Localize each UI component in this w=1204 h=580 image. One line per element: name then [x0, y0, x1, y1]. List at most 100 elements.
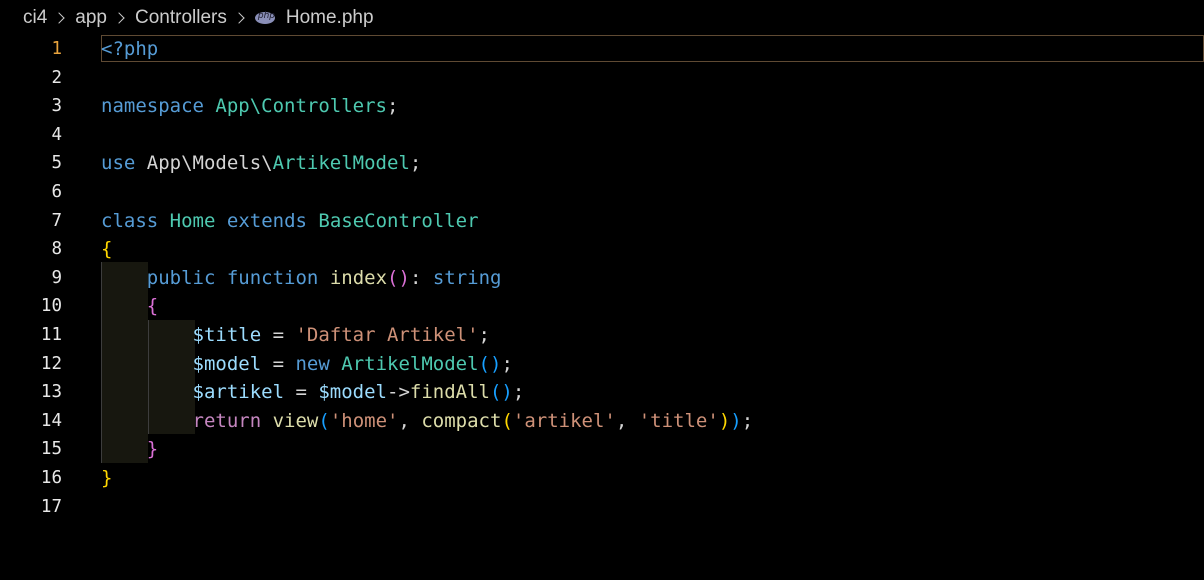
code-line-8[interactable]: 8 { — [0, 235, 1204, 263]
function-name: compact — [421, 409, 502, 432]
code-line-16[interactable]: 16 } — [0, 464, 1204, 492]
function-name: index — [329, 266, 388, 289]
chevron-right-icon — [233, 12, 245, 24]
bracket: ( — [318, 409, 330, 432]
php-open-tag: <?php — [101, 38, 159, 60]
code-line-5[interactable]: 5 use App\Models\ArtikelModel; — [0, 149, 1204, 177]
code-line-4[interactable]: 4 — [0, 121, 1204, 149]
bracket: ( — [387, 266, 399, 289]
line-number: 12 — [40, 353, 62, 374]
class-name: ArtikelModel — [272, 152, 410, 175]
variable: $artikel — [192, 381, 285, 404]
keyword-class: class — [101, 209, 159, 232]
punctuation: ; — [512, 381, 525, 404]
code-editor[interactable]: 1 <?php 2 3 namespace App\Controllers; 4… — [0, 35, 1204, 580]
punctuation: ; — [501, 352, 513, 375]
punctuation: , — [398, 409, 422, 432]
bracket: ) — [730, 409, 742, 432]
punctuation: ; — [741, 409, 754, 432]
operator: -> — [387, 381, 410, 404]
method-name: findAll — [409, 381, 490, 404]
line-number: 2 — [51, 67, 62, 88]
variable: $model — [318, 381, 387, 404]
line-number: 1 — [51, 39, 62, 59]
punctuation: : — [409, 266, 433, 289]
line-number: 10 — [40, 296, 62, 317]
string-literal: 'Daftar Artikel' — [295, 324, 479, 346]
line-number: 9 — [51, 267, 62, 288]
keyword-use: use — [101, 152, 136, 175]
parent-class-name: BaseController — [318, 209, 479, 232]
line-number: 15 — [40, 439, 62, 460]
line-number: 7 — [51, 210, 62, 231]
punctuation: ; — [387, 95, 399, 118]
php-file-icon — [254, 11, 275, 24]
breadcrumb-item-controllers[interactable]: Controllers — [135, 7, 227, 29]
bracket: } — [146, 438, 159, 461]
breadcrumb-item-ci4[interactable]: ci4 — [23, 7, 47, 29]
code-line-10[interactable]: 10 { — [0, 292, 1204, 320]
chevron-right-icon — [53, 12, 65, 24]
line-number: 4 — [51, 124, 62, 145]
function-name: view — [272, 409, 319, 432]
bracket: ) — [398, 266, 410, 289]
bracket: ) — [490, 352, 502, 375]
operator: = — [261, 324, 296, 346]
code-line-17[interactable]: 17 — [0, 493, 1204, 521]
string-literal: 'artikel' — [512, 409, 616, 432]
keyword-namespace: namespace — [101, 95, 204, 118]
punctuation: ; — [409, 152, 422, 175]
string-literal: 'title' — [638, 409, 719, 432]
code-line-9[interactable]: 9 public function index(): string — [0, 264, 1204, 292]
keyword-public: public — [146, 266, 216, 289]
code-line-2[interactable]: 2 — [0, 64, 1204, 92]
punctuation: ; — [478, 324, 490, 346]
code-line-12[interactable]: 12 $model = new ArtikelModel(); — [0, 350, 1204, 378]
code-line-13[interactable]: 13 $artikel = $model->findAll(); — [0, 378, 1204, 406]
breadcrumb: ci4 app Controllers Home.php — [0, 0, 1204, 36]
code-line-6[interactable]: 6 — [0, 178, 1204, 206]
code-line-7[interactable]: 7 class Home extends BaseController — [0, 207, 1204, 235]
line-number: 5 — [51, 153, 62, 174]
breadcrumb-item-file[interactable]: Home.php — [286, 7, 374, 29]
code-line-1[interactable]: 1 <?php — [0, 35, 1204, 63]
line-number: 3 — [51, 96, 62, 117]
code-line-15[interactable]: 15 } — [0, 435, 1204, 463]
line-number: 13 — [40, 382, 62, 403]
line-number: 8 — [51, 239, 62, 260]
breadcrumb-item-app[interactable]: app — [75, 7, 107, 29]
bracket: ( — [478, 352, 490, 375]
line-number: 16 — [40, 468, 62, 488]
code-line-11[interactable]: 11 $title = 'Daftar Artikel'; — [0, 321, 1204, 349]
class-name: ArtikelModel — [341, 352, 479, 375]
operator: = — [284, 381, 319, 404]
keyword-return: return — [192, 409, 262, 432]
keyword-function: function — [226, 266, 319, 289]
string-literal: 'home' — [329, 409, 399, 432]
variable: $model — [192, 352, 262, 375]
keyword-new: new — [295, 352, 330, 375]
bracket: ) — [501, 381, 513, 404]
return-type: string — [432, 266, 502, 289]
chevron-right-icon — [113, 12, 125, 24]
code-line-3[interactable]: 3 namespace App\Controllers; — [0, 92, 1204, 120]
bracket: { — [101, 238, 113, 261]
line-number: 14 — [40, 410, 62, 431]
code-line-14[interactable]: 14 return view('home', compact('artikel'… — [0, 407, 1204, 435]
line-number: 17 — [40, 496, 62, 517]
line-number: 11 — [40, 325, 62, 345]
